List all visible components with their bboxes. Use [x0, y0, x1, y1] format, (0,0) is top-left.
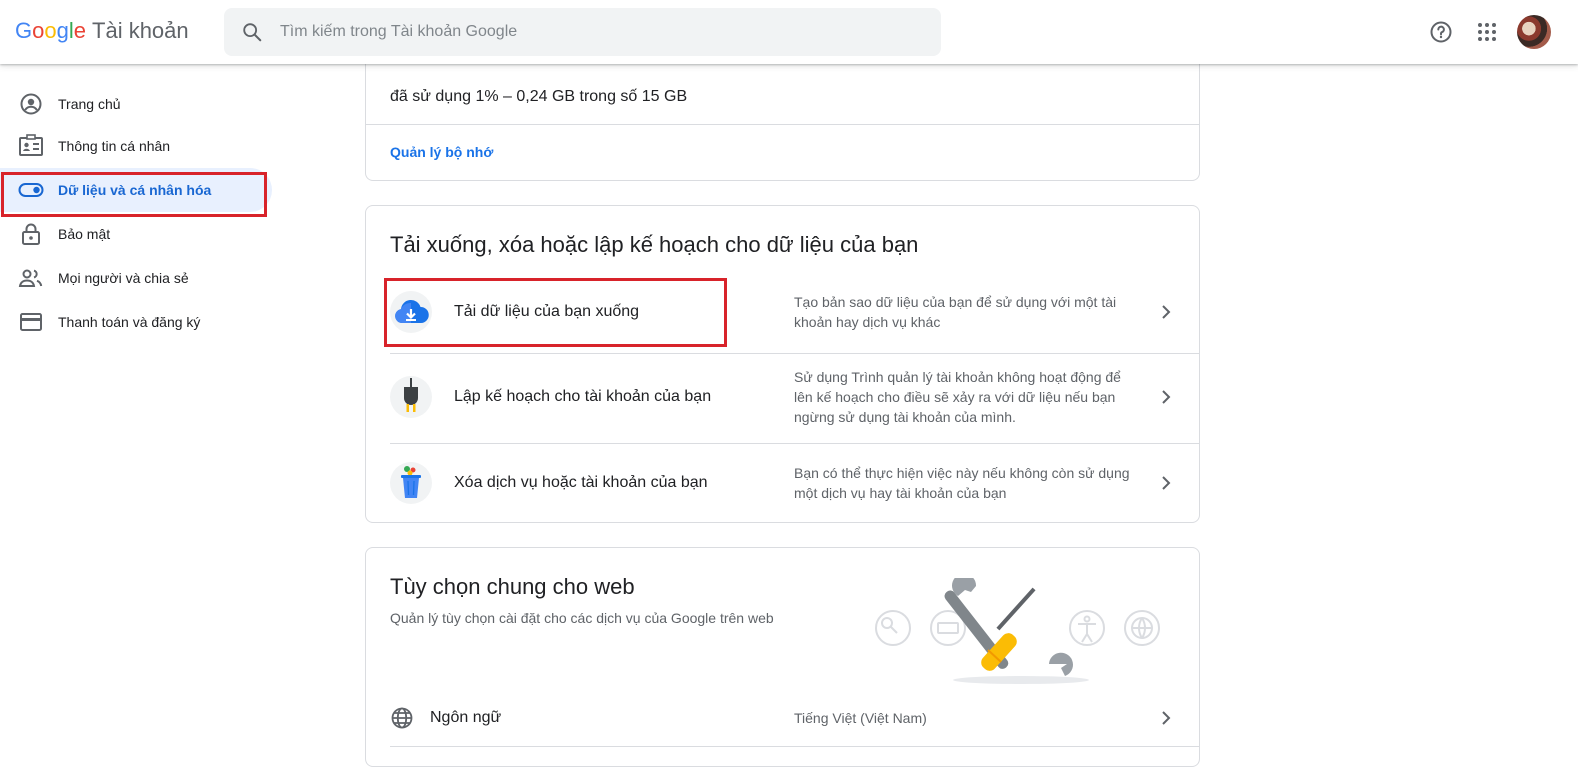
chevron-right-icon	[1156, 473, 1176, 493]
divider	[390, 353, 1200, 354]
people-icon	[18, 265, 44, 291]
sidebar-item-label: Thông tin cá nhân	[58, 138, 171, 154]
card-title: Tùy chọn chung cho web	[390, 574, 635, 599]
manage-storage-link[interactable]: Quản lý bộ nhớ	[390, 144, 493, 160]
google-account-logo[interactable]: Google Tài khoản	[15, 18, 189, 44]
row-label: Xóa dịch vụ hoặc tài khoản của bạn	[454, 474, 708, 491]
highlight-box	[384, 278, 727, 347]
delete-service-row[interactable]: Xóa dịch vụ hoặc tài khoản của bạn Bạn c…	[390, 461, 1176, 505]
chevron-right-icon	[1156, 708, 1176, 728]
search-icon[interactable]	[224, 21, 280, 43]
language-label: Ngôn ngữ	[430, 709, 502, 726]
row-label: Lập kế hoạch cho tài khoản của bạn	[454, 388, 712, 405]
avatar[interactable]	[1517, 15, 1551, 49]
google-wordmark: Google	[15, 18, 87, 43]
row-description: Bạn có thể thực hiện việc này nếu không …	[794, 465, 1130, 501]
apps-icon[interactable]	[1471, 16, 1503, 48]
lock-icon	[18, 221, 44, 247]
language-row[interactable]: Ngôn ngữ Tiếng Việt (Việt Nam)	[390, 703, 1176, 733]
sidebar-item-label: Bảo mật	[58, 226, 111, 242]
globe-icon	[390, 706, 414, 730]
sidebar-item-label: Thanh toán và đăng ký	[58, 314, 201, 330]
row-description: Sử dụng Trình quản lý tài khoản không ho…	[794, 369, 1121, 425]
chevron-right-icon	[1156, 302, 1176, 322]
plan-account-row[interactable]: Lập kế hoạch cho tài khoản của bạn Sử dụ…	[390, 369, 1176, 425]
sidebar-item-personal-info[interactable]: Thông tin cá nhân	[0, 124, 272, 168]
sidebar-item-label: Trang chủ	[58, 96, 121, 112]
chevron-right-icon	[1156, 387, 1176, 407]
language-value: Tiếng Việt (Việt Nam)	[794, 710, 927, 726]
divider	[390, 746, 1200, 747]
data-actions-card: Tải xuống, xóa hoặc lập kế hoạch cho dữ …	[365, 205, 1200, 523]
sidebar-item-people-sharing[interactable]: Mọi người và chia sẻ	[0, 256, 272, 300]
sidebar-item-label: Mọi người và chia sẻ	[58, 270, 189, 286]
divider	[366, 124, 1199, 125]
web-preferences-card: Tùy chọn chung cho web Quản lý tùy chọn …	[365, 547, 1200, 767]
sidebar-item-home[interactable]: Trang chủ	[0, 82, 272, 126]
sidebar-item-payments[interactable]: Thanh toán và đăng ký	[0, 300, 272, 344]
product-name: Tài khoản	[92, 18, 189, 43]
storage-usage: đã sử dụng 1% – 0,24 GB trong số 15 GB	[390, 88, 688, 105]
row-description: Tạo bản sao dữ liệu của bạn để sử dụng v…	[794, 294, 1117, 330]
id-card-icon	[18, 133, 44, 159]
plug-icon	[390, 376, 432, 418]
search-input[interactable]	[280, 23, 880, 41]
search-bar[interactable]	[224, 8, 941, 56]
help-icon[interactable]	[1425, 16, 1457, 48]
credit-card-icon	[18, 309, 44, 335]
account-circle-icon	[18, 91, 44, 117]
tools-illustration	[875, 578, 1160, 684]
sidebar-item-security[interactable]: Bảo mật	[0, 212, 272, 256]
card-title: Tải xuống, xóa hoặc lập kế hoạch cho dữ …	[390, 232, 919, 257]
highlight-box	[1, 172, 267, 217]
top-bar: Google Tài khoản	[0, 0, 1578, 64]
card-subtitle: Quản lý tùy chọn cài đặt cho các dịch vụ…	[390, 610, 774, 626]
divider	[390, 443, 1200, 444]
trash-icon	[390, 462, 432, 504]
